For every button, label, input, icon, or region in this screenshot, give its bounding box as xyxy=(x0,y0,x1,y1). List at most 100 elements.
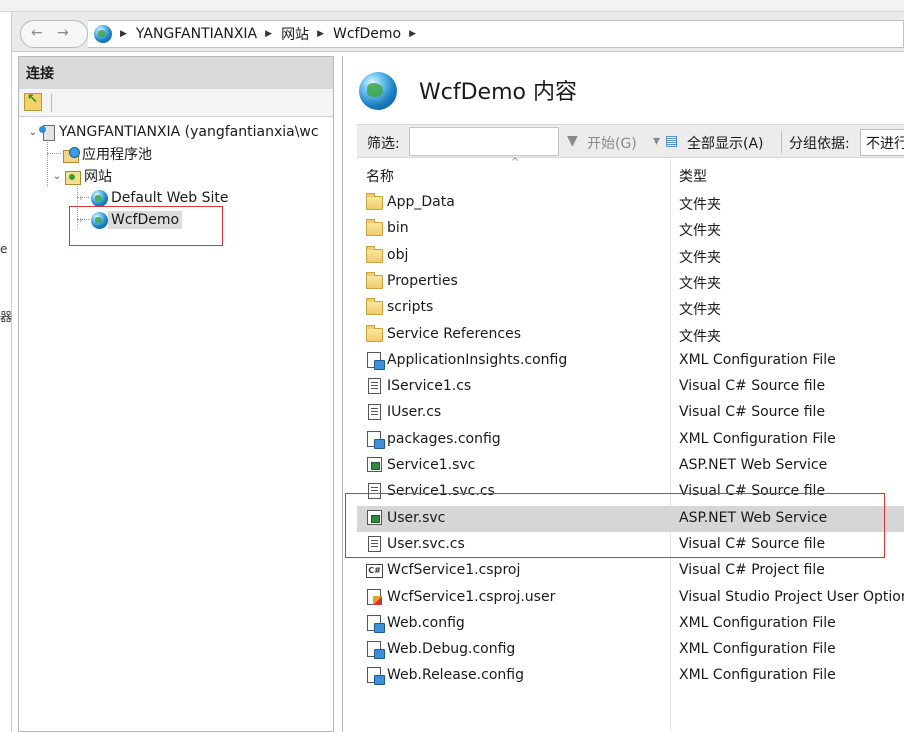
file-name: App_Data xyxy=(387,194,455,210)
window-top-strip xyxy=(0,0,904,12)
chevron-right-icon: ▶ xyxy=(409,29,416,39)
file-type: 文件夹 xyxy=(679,223,721,240)
tree-item-server[interactable]: ⌄ YANGFANTIANXIA (yangfantianxia\wc xyxy=(27,121,322,143)
file-name: packages.config xyxy=(387,430,501,447)
connect-icon[interactable] xyxy=(24,92,42,111)
file-type: 文件夹 xyxy=(679,249,721,266)
filter-bar: 筛选: ▼ 开始(G) ▾ ▤ 全部显示(A) 分组依据: 不进行 xyxy=(357,124,904,158)
nav-buttons: ← → xyxy=(20,20,88,48)
filter-input[interactable] xyxy=(409,127,559,156)
content-panel: WcfDemo 内容 筛选: ▼ 开始(G) ▾ ▤ 全部显示(A) 分组依据:… xyxy=(342,56,904,732)
forward-arrow-icon[interactable]: → xyxy=(57,25,69,41)
file-name: Web.config xyxy=(387,614,465,631)
edge-fragment: 器 xyxy=(0,310,13,324)
list-header: 名称 ^ 类型 xyxy=(357,157,904,187)
annotation-box-tree xyxy=(69,206,223,246)
file-row[interactable]: Properties 文件夹 xyxy=(357,269,904,295)
show-all-button[interactable]: 全部显示(A) xyxy=(687,133,764,153)
tree-item-app-pools[interactable]: 应用程序池 xyxy=(61,143,155,165)
back-arrow-icon[interactable]: ← xyxy=(31,25,43,41)
connections-toolbar xyxy=(19,89,333,117)
file-row[interactable]: IUser.cs Visual C# Source file xyxy=(357,400,904,426)
sites-folder-icon xyxy=(63,168,81,185)
file-type: ASP.NET Web Service xyxy=(679,457,828,473)
file-row[interactable]: App_Data 文件夹 xyxy=(357,190,904,216)
content-header: WcfDemo 内容 xyxy=(343,56,904,124)
chevron-down-icon[interactable]: ▾ xyxy=(653,133,660,149)
globe-icon xyxy=(94,25,112,43)
file-name: Properties xyxy=(387,272,458,289)
file-type: XML Configuration File xyxy=(679,351,836,368)
edge-fragment: e xyxy=(0,242,8,256)
left-window-edge: e 器 xyxy=(0,12,12,732)
file-type: XML Configuration File xyxy=(679,614,836,631)
file-type: XML Configuration File xyxy=(679,667,836,684)
file-name: ApplicationInsights.config xyxy=(387,351,568,368)
collapse-arrow-icon[interactable]: ⌄ xyxy=(27,127,39,138)
breadcrumb-item[interactable]: ▶ YANGFANTIANXIA xyxy=(112,26,257,42)
toolbar-divider xyxy=(781,131,782,153)
file-type: Visual C# Project file xyxy=(679,562,825,579)
file-name: IUser.cs xyxy=(387,404,442,421)
folder-icon xyxy=(366,219,383,237)
address-bar: ← → ▶ YANGFANTIANXIA ▶ 网站 ▶ WcfDemo ▶ xyxy=(12,12,904,52)
connections-header: 连接 xyxy=(19,57,333,89)
cs-file-icon xyxy=(368,404,381,421)
file-type: Visual Studio Project User Option xyxy=(679,588,904,605)
file-row[interactable]: obj 文件夹 xyxy=(357,243,904,269)
file-row[interactable]: Service References 文件夹 xyxy=(357,322,904,348)
file-row[interactable]: ApplicationInsights.config XML Configurat… xyxy=(357,348,904,374)
file-row[interactable]: Web.Debug.config XML Configuration File xyxy=(357,637,904,663)
file-name: WcfService1.csproj.user xyxy=(387,588,556,605)
breadcrumb-item[interactable]: ▶ 网站 xyxy=(257,24,309,44)
file-row[interactable]: Web.config XML Configuration File xyxy=(357,611,904,637)
file-row[interactable]: Web.Release.config XML Configuration File xyxy=(357,663,904,689)
file-type: 文件夹 xyxy=(679,302,721,319)
file-type: 文件夹 xyxy=(679,197,721,213)
file-list: 名称 ^ 类型 App_Data 文件夹 bin 文件夹 obj 文件夹 Propertie… xyxy=(357,157,904,732)
file-name: Service1.svc xyxy=(387,457,476,473)
tree-item-sites[interactable]: ⌄ 网站 xyxy=(51,165,115,187)
chevron-right-icon: ▶ xyxy=(317,29,324,39)
breadcrumb-dropdown[interactable]: ▶ xyxy=(401,29,425,39)
file-row[interactable]: bin 文件夹 xyxy=(357,216,904,242)
file-row[interactable]: packages.config XML Configuration File xyxy=(357,427,904,453)
column-header-name[interactable]: 名称 xyxy=(366,166,394,186)
file-row[interactable]: WcfService1.csproj.user Visual Studio Pro… xyxy=(357,585,904,611)
file-name: Web.Debug.config xyxy=(387,641,516,658)
file-name: Web.Release.config xyxy=(387,667,524,684)
file-type: 文件夹 xyxy=(679,275,721,292)
config-file-icon xyxy=(367,614,385,633)
expand-arrow-icon[interactable]: › xyxy=(75,193,87,204)
file-row[interactable]: scripts 文件夹 xyxy=(357,295,904,321)
file-name: scripts xyxy=(387,299,434,316)
funnel-icon: ▼ xyxy=(567,133,578,149)
go-button[interactable]: 开始(G) xyxy=(587,133,637,153)
breadcrumb[interactable]: ▶ YANGFANTIANXIA ▶ 网站 ▶ WcfDemo ▶ xyxy=(88,20,904,48)
file-row[interactable]: Service1.svc ASP.NET Web Service xyxy=(357,453,904,479)
breadcrumb-item[interactable]: ▶ WcfDemo xyxy=(309,26,401,42)
globe-icon xyxy=(359,72,397,110)
server-icon xyxy=(39,124,56,141)
page-title: WcfDemo 内容 xyxy=(419,80,577,105)
annotation-box-files xyxy=(345,493,885,558)
file-row[interactable]: C# WcfService1.csproj Visual C# Project fi… xyxy=(357,558,904,584)
collapse-arrow-icon[interactable]: ⌄ xyxy=(51,171,63,182)
folder-icon xyxy=(366,193,383,210)
file-name: bin xyxy=(387,220,409,237)
chevron-right-icon: ▶ xyxy=(265,29,273,39)
filter-label: 筛选: xyxy=(367,136,400,152)
folder-icon xyxy=(366,298,383,316)
group-by-select[interactable]: 不进行 xyxy=(860,129,904,156)
folder-icon xyxy=(366,245,383,263)
file-name: obj xyxy=(387,246,409,263)
connections-panel: 连接 ⌄ YANGFANTIANXIA (yangfantianxia\wc 应… xyxy=(18,56,334,732)
column-header-type[interactable]: 类型 xyxy=(679,166,707,186)
cs-file-icon xyxy=(368,378,381,395)
csproj-file-icon: C# xyxy=(366,564,383,579)
show-all-icon: ▤ xyxy=(665,133,679,149)
file-row[interactable]: IService1.cs Visual C# Source file xyxy=(357,374,904,400)
file-type: 文件夹 xyxy=(679,328,721,345)
chevron-right-icon: ▶ xyxy=(120,29,127,39)
globe-icon xyxy=(91,189,108,207)
